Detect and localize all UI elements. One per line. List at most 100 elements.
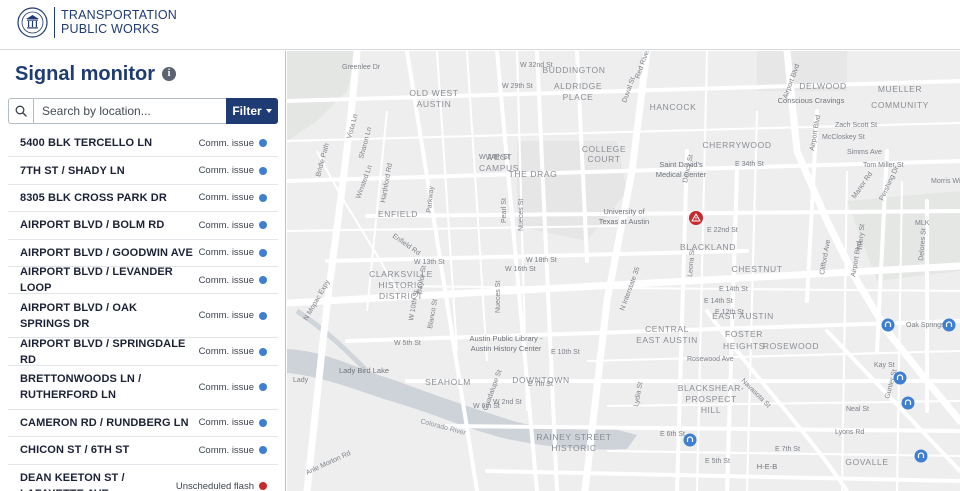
street-label: E 34th St — [735, 161, 764, 168]
brand-wordmark[interactable]: TRANSPORTATION PUBLIC WORKS — [61, 8, 177, 36]
signal-row[interactable]: AIRPORT BLVD / LEVANDER LOOP Comm. issue — [8, 266, 278, 295]
map-label: CHERRYWOOD — [702, 140, 771, 150]
comm-issue-icon[interactable] — [893, 371, 907, 385]
comm-issue-icon[interactable] — [901, 396, 915, 410]
street-label: W 32nd St — [520, 62, 553, 69]
signal-status: Comm. issue — [199, 165, 267, 176]
signal-status-label: Comm. issue — [198, 192, 254, 204]
filter-label: Filter — [232, 104, 262, 118]
signal-row[interactable]: CAMERON RD / RUNDBERG LN Comm. issue — [8, 410, 278, 438]
map-label: PROSPECT — [685, 394, 737, 404]
street-label: E 7th St — [775, 446, 800, 453]
street-label: Rosewood Ave — [687, 356, 734, 363]
poi-label: H-E-B — [757, 462, 777, 471]
map-label: HILL — [701, 405, 721, 415]
signal-status: Comm. issue — [199, 382, 267, 393]
signal-location: 8305 BLK CROSS PARK DR — [20, 191, 167, 204]
signal-status-label: Comm. issue — [198, 417, 254, 429]
status-dot-icon — [259, 276, 267, 285]
signal-location: 5400 BLK TERCELLO LN — [20, 137, 153, 150]
map-label: COMMUNITY — [871, 100, 929, 110]
search-input[interactable] — [34, 100, 226, 122]
signal-status: Comm. issue — [199, 310, 267, 321]
signal-row[interactable]: 7TH ST / SHADY LN Comm. issue — [8, 157, 278, 185]
signal-location: AIRPORT BLVD / BOLM RD — [20, 219, 165, 232]
street-label: Lady — [293, 377, 309, 384]
signal-location: AIRPORT BLVD / SPRINGDALE RD — [20, 337, 186, 366]
signal-status: Comm. issue — [199, 192, 267, 203]
city-seal-icon — [17, 7, 48, 38]
filter-button[interactable]: Filter — [226, 98, 278, 124]
map-label: RAINEY STREET — [536, 432, 611, 442]
poi-label: Lady Bird Lake — [339, 366, 389, 375]
map-label: DELWOOD — [799, 81, 847, 91]
signal-row[interactable]: AIRPORT BLVD / GOODWIN AVE Comm. issue — [8, 240, 278, 267]
signal-row[interactable]: AIRPORT BLVD / BOLM RD Comm. issue — [8, 212, 278, 240]
comm-issue-icon[interactable] — [683, 433, 697, 447]
basemap[interactable]: BUDDINGTON ALDRIDGE PLACE HANCOCK OLD WE… — [287, 51, 960, 491]
status-dot-icon — [259, 311, 267, 320]
comm-issue-icon[interactable] — [942, 318, 956, 332]
poi-label: Austin History Center — [471, 344, 542, 353]
signal-status-label: Comm. issue — [198, 165, 254, 177]
signal-location: CAMERON RD / RUNDBERG LN — [20, 416, 189, 429]
status-dot-icon — [259, 248, 267, 257]
street-label: E 22nd St — [707, 227, 738, 234]
comm-issue-icon[interactable] — [914, 449, 928, 463]
signal-status-label: Comm. issue — [198, 247, 254, 259]
status-dot-icon — [259, 383, 267, 392]
street-label: E 6th St — [660, 431, 685, 438]
street-label: W 2nd St — [493, 399, 522, 406]
signal-location: CHICON ST / 6TH ST — [20, 444, 130, 457]
status-dot-icon — [259, 482, 267, 491]
signal-status-label: Unscheduled flash — [175, 480, 254, 491]
map-label: AUSTIN — [417, 99, 452, 109]
map-label: ALDRIDGE — [554, 81, 602, 91]
map-label: HISTORIC — [551, 443, 596, 453]
street-label: Nueces St — [518, 199, 525, 231]
search-box — [8, 98, 226, 124]
street-label: E 7th St — [528, 381, 553, 388]
search-row: Filter — [8, 98, 278, 124]
poi-label: University of — [603, 207, 645, 216]
info-icon[interactable]: i — [162, 67, 176, 81]
signal-status: Comm. issue — [199, 247, 267, 258]
status-dot-icon — [259, 166, 267, 175]
map-label: PLACE — [563, 92, 594, 102]
poi-label: Medical Center — [656, 170, 707, 179]
signal-row[interactable]: 5400 BLK TERCELLO LN Comm. issue — [8, 130, 278, 158]
signal-location: BRETTONWOODS LN / RUTHERFORD LN — [20, 373, 142, 402]
signal-row[interactable]: AIRPORT BLVD / OAK SPRINGS DR Comm. issue — [8, 294, 278, 339]
signal-location: AIRPORT BLVD / OAK SPRINGS DR — [20, 301, 138, 330]
signal-status: Comm. issue — [199, 275, 267, 286]
app-header: TRANSPORTATION PUBLIC WORKS — [0, 0, 960, 50]
signal-row[interactable]: AIRPORT BLVD / SPRINGDALE RD Comm. issue — [8, 337, 278, 366]
map-label: HEIGHTS — [723, 341, 765, 351]
signal-location: AIRPORT BLVD / GOODWIN AVE — [20, 246, 193, 259]
search-icon[interactable] — [9, 99, 34, 123]
map-label: THE DRAG — [509, 169, 558, 179]
street-label: Lyons Rd — [835, 429, 864, 436]
status-dot-icon — [259, 446, 267, 455]
signal-row[interactable]: 8305 BLK CROSS PARK DR Comm. issue — [8, 185, 278, 213]
signal-status: Comm. issue — [199, 346, 267, 357]
caret-down-icon — [265, 109, 272, 113]
map-view[interactable]: BUDDINGTON ALDRIDGE PLACE HANCOCK OLD WE… — [287, 51, 960, 491]
map-label: SEAHOLM — [425, 377, 471, 387]
street-label: W 29th St — [502, 83, 533, 90]
signal-row[interactable]: DEAN KEETON ST / LAFAYETTE AVE Unschedule… — [8, 465, 278, 491]
brand-line2: PUBLIC WORKS — [61, 22, 160, 36]
comm-issue-icon[interactable] — [881, 318, 895, 332]
street-label: McCloskey St — [822, 134, 865, 141]
signal-row[interactable]: BRETTONWOODS LN / RUTHERFORD LN Comm. iss… — [8, 366, 278, 410]
signal-list: 5400 BLK TERCELLO LN Comm. issue 7TH ST / … — [8, 130, 278, 491]
signal-location: DEAN KEETON ST / LAFAYETTE AVE — [20, 472, 125, 491]
signal-row[interactable]: CHICON ST / 6TH ST Comm. issue — [8, 437, 278, 465]
street-label: W 5th St — [394, 340, 421, 347]
street-label: Morris Wi — [931, 178, 960, 185]
poi-label: Texas at Austin — [599, 217, 649, 226]
flash-alert-icon[interactable] — [689, 211, 703, 225]
map-label: GOVALLE — [845, 457, 888, 467]
signal-status: Comm. issue — [199, 138, 267, 149]
signal-status-label: Comm. issue — [198, 137, 254, 149]
